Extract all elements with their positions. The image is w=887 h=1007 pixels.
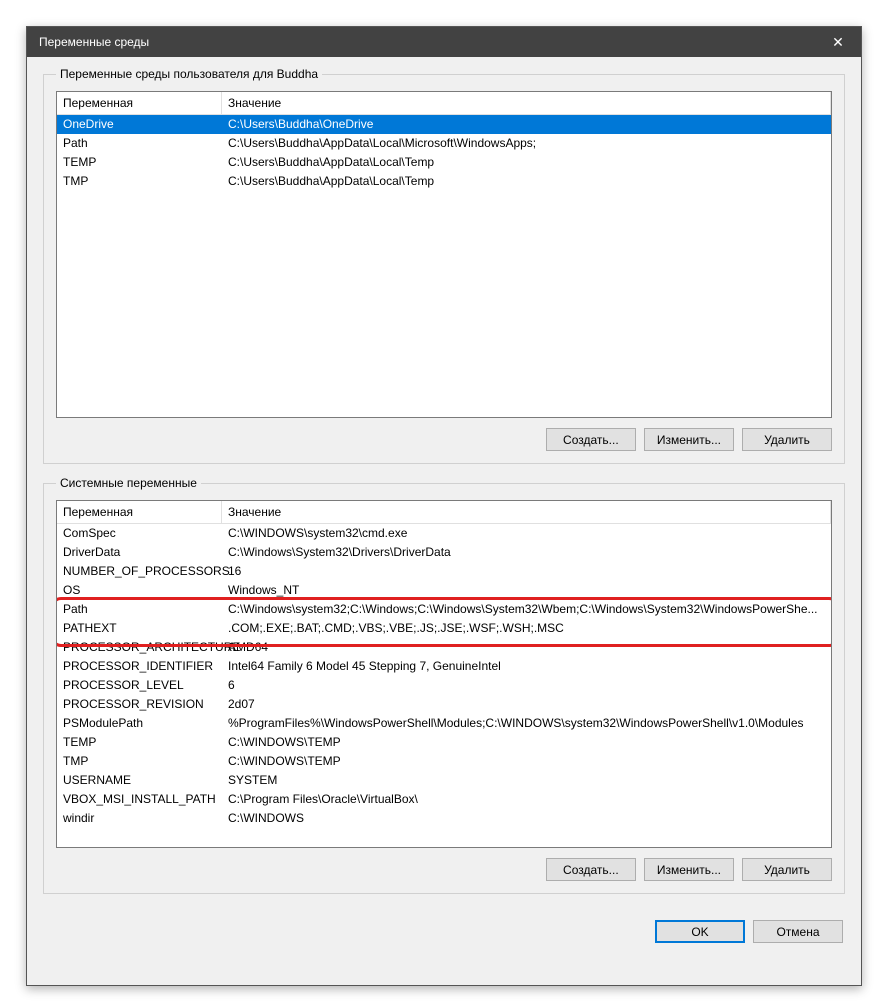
list-row[interactable]: windirC:\WINDOWS bbox=[57, 809, 831, 828]
var-value: %ProgramFiles%\WindowsPowerShell\Modules… bbox=[222, 714, 831, 733]
var-name: USERNAME bbox=[57, 771, 222, 790]
var-name: PROCESSOR_IDENTIFIER bbox=[57, 657, 222, 676]
var-name: OneDrive bbox=[57, 115, 222, 134]
list-row[interactable]: NUMBER_OF_PROCESSORS16 bbox=[57, 562, 831, 581]
var-value: 6 bbox=[222, 676, 831, 695]
user-new-button[interactable]: Создать... bbox=[546, 428, 636, 451]
col-header-name[interactable]: Переменная bbox=[57, 501, 222, 523]
user-delete-button[interactable]: Удалить bbox=[742, 428, 832, 451]
user-edit-button[interactable]: Изменить... bbox=[644, 428, 734, 451]
system-delete-button[interactable]: Удалить bbox=[742, 858, 832, 881]
var-value: Intel64 Family 6 Model 45 Stepping 7, Ge… bbox=[222, 657, 831, 676]
var-value: C:\Windows\System32\Drivers\DriverData bbox=[222, 543, 831, 562]
var-value: AMD64 bbox=[222, 638, 831, 657]
list-header: Переменная Значение bbox=[57, 92, 831, 115]
var-value: C:\Users\Buddha\AppData\Local\Temp bbox=[222, 172, 831, 191]
list-row[interactable]: PROCESSOR_ARCHITECTUREAMD64 bbox=[57, 638, 831, 657]
list-row[interactable]: PROCESSOR_REVISION2d07 bbox=[57, 695, 831, 714]
var-value: C:\Users\Buddha\OneDrive bbox=[222, 115, 831, 134]
system-vars-fieldset: Системные переменные Переменная Значение… bbox=[43, 476, 845, 894]
var-value: C:\Program Files\Oracle\VirtualBox\ bbox=[222, 790, 831, 809]
system-edit-button[interactable]: Изменить... bbox=[644, 858, 734, 881]
var-name: TEMP bbox=[57, 733, 222, 752]
system-vars-list[interactable]: Переменная Значение ComSpecC:\WINDOWS\sy… bbox=[56, 500, 832, 848]
list-row[interactable]: PATHEXT.COM;.EXE;.BAT;.CMD;.VBS;.VBE;.JS… bbox=[57, 619, 831, 638]
titlebar[interactable]: Переменные среды ✕ bbox=[27, 27, 861, 57]
list-row[interactable]: USERNAMESYSTEM bbox=[57, 771, 831, 790]
list-row[interactable]: PathC:\Windows\system32;C:\Windows;C:\Wi… bbox=[57, 600, 831, 619]
list-row[interactable]: TEMPC:\Users\Buddha\AppData\Local\Temp bbox=[57, 153, 831, 172]
col-header-value[interactable]: Значение bbox=[222, 501, 831, 523]
var-name: TMP bbox=[57, 172, 222, 191]
user-vars-list[interactable]: Переменная Значение OneDriveC:\Users\Bud… bbox=[56, 91, 832, 418]
var-name: PROCESSOR_LEVEL bbox=[57, 676, 222, 695]
var-name: PATHEXT bbox=[57, 619, 222, 638]
var-name: TMP bbox=[57, 752, 222, 771]
var-value: C:\WINDOWS bbox=[222, 809, 831, 828]
system-buttons: Создать... Изменить... Удалить bbox=[56, 858, 832, 881]
var-value: C:\Windows\system32;C:\Windows;C:\Window… bbox=[222, 600, 831, 619]
list-row[interactable]: PathC:\Users\Buddha\AppData\Local\Micros… bbox=[57, 134, 831, 153]
var-value: 16 bbox=[222, 562, 831, 581]
var-name: Path bbox=[57, 134, 222, 153]
user-buttons: Создать... Изменить... Удалить bbox=[56, 428, 832, 451]
dialog-content: Переменные среды пользователя для Buddha… bbox=[27, 57, 861, 916]
var-name: ComSpec bbox=[57, 524, 222, 543]
dialog-title: Переменные среды bbox=[39, 35, 815, 49]
var-value: SYSTEM bbox=[222, 771, 831, 790]
list-row[interactable]: OneDriveC:\Users\Buddha\OneDrive bbox=[57, 115, 831, 134]
list-row[interactable]: OSWindows_NT bbox=[57, 581, 831, 600]
var-name: Path bbox=[57, 600, 222, 619]
list-row[interactable]: TMPC:\WINDOWS\TEMP bbox=[57, 752, 831, 771]
list-row[interactable]: VBOX_MSI_INSTALL_PATHC:\Program Files\Or… bbox=[57, 790, 831, 809]
var-name: windir bbox=[57, 809, 222, 828]
env-vars-dialog: Переменные среды ✕ Переменные среды поль… bbox=[26, 26, 862, 986]
var-value: C:\Users\Buddha\AppData\Local\Microsoft\… bbox=[222, 134, 831, 153]
list-row[interactable]: ComSpecC:\WINDOWS\system32\cmd.exe bbox=[57, 524, 831, 543]
var-name: NUMBER_OF_PROCESSORS bbox=[57, 562, 222, 581]
system-vars-legend: Системные переменные bbox=[56, 476, 201, 490]
var-name: VBOX_MSI_INSTALL_PATH bbox=[57, 790, 222, 809]
list-row[interactable]: DriverDataC:\Windows\System32\Drivers\Dr… bbox=[57, 543, 831, 562]
ok-button[interactable]: OK bbox=[655, 920, 745, 943]
close-button[interactable]: ✕ bbox=[815, 27, 861, 57]
var-name: PSModulePath bbox=[57, 714, 222, 733]
list-header: Переменная Значение bbox=[57, 501, 831, 524]
var-value: C:\WINDOWS\TEMP bbox=[222, 752, 831, 771]
list-row[interactable]: PROCESSOR_IDENTIFIERIntel64 Family 6 Mod… bbox=[57, 657, 831, 676]
col-header-name[interactable]: Переменная bbox=[57, 92, 222, 114]
col-header-value[interactable]: Значение bbox=[222, 92, 831, 114]
close-icon: ✕ bbox=[832, 34, 844, 51]
user-vars-legend: Переменные среды пользователя для Buddha bbox=[56, 67, 322, 81]
list-row[interactable]: TEMPC:\WINDOWS\TEMP bbox=[57, 733, 831, 752]
var-value: C:\WINDOWS\TEMP bbox=[222, 733, 831, 752]
user-vars-fieldset: Переменные среды пользователя для Buddha… bbox=[43, 67, 845, 464]
var-value: 2d07 bbox=[222, 695, 831, 714]
var-value: Windows_NT bbox=[222, 581, 831, 600]
var-name: PROCESSOR_ARCHITECTURE bbox=[57, 638, 222, 657]
list-row[interactable]: TMPC:\Users\Buddha\AppData\Local\Temp bbox=[57, 172, 831, 191]
list-row[interactable]: PROCESSOR_LEVEL6 bbox=[57, 676, 831, 695]
var-name: TEMP bbox=[57, 153, 222, 172]
var-value: C:\WINDOWS\system32\cmd.exe bbox=[222, 524, 831, 543]
list-row[interactable]: PSModulePath%ProgramFiles%\WindowsPowerS… bbox=[57, 714, 831, 733]
var-name: PROCESSOR_REVISION bbox=[57, 695, 222, 714]
var-name: OS bbox=[57, 581, 222, 600]
var-value: .COM;.EXE;.BAT;.CMD;.VBS;.VBE;.JS;.JSE;.… bbox=[222, 619, 831, 638]
cancel-button[interactable]: Отмена bbox=[753, 920, 843, 943]
var-name: DriverData bbox=[57, 543, 222, 562]
system-new-button[interactable]: Создать... bbox=[546, 858, 636, 881]
var-value: C:\Users\Buddha\AppData\Local\Temp bbox=[222, 153, 831, 172]
dialog-buttons: OK Отмена bbox=[27, 916, 861, 953]
